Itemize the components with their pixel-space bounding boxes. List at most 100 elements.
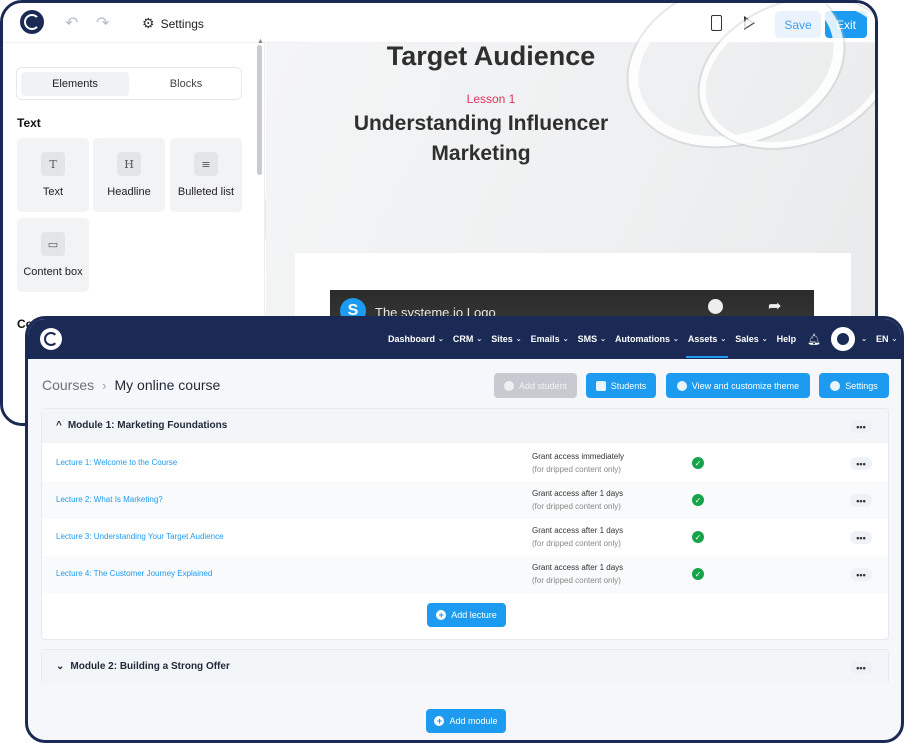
- nav-item-sales[interactable]: Sales ⌄: [735, 334, 767, 344]
- students-icon: [595, 380, 606, 391]
- element-label: Text: [42, 186, 64, 198]
- nav-item-help[interactable]: Help: [777, 334, 797, 344]
- nav-item-automations[interactable]: Automations ⌄: [615, 334, 679, 344]
- module-title-text: Module 2: Building a Strong Offer: [70, 661, 230, 672]
- chevron-down-icon: ⌄: [515, 336, 522, 343]
- course-admin-window: Dashboard ⌄ CRM ⌄ Sites ⌄ Emails ⌄ SMS ⌄ Auto…: [25, 316, 904, 743]
- share-icon[interactable]: ➦: [768, 296, 781, 316]
- add-module-button[interactable]: + Add module: [426, 709, 506, 733]
- nav-item-emails[interactable]: Emails ⌄: [531, 334, 569, 344]
- lesson-label[interactable]: Lesson 1: [366, 92, 616, 106]
- nav-item-dashboard[interactable]: Dashboard ⌄: [388, 334, 444, 344]
- module-header[interactable]: ⌄ Module 2: Building a Strong Offer •••: [42, 650, 888, 684]
- students-button[interactable]: Students: [586, 373, 656, 398]
- check-circle-icon: ✓: [692, 531, 704, 543]
- gear-icon: ⚙: [142, 15, 155, 31]
- nav-label: Emails: [530, 334, 560, 344]
- view-customize-theme-button[interactable]: View and customize theme: [666, 373, 810, 398]
- breadcrumb: Courses › My online course: [42, 377, 220, 393]
- list-icon: ≡: [194, 152, 218, 176]
- access-info: Grant access after 1 days (for dripped c…: [532, 487, 623, 513]
- text-icon: T: [41, 152, 65, 176]
- element-label: Bulleted list: [177, 186, 235, 198]
- scroll-up-arrow-icon[interactable]: ▲: [257, 38, 264, 45]
- element-label: Headline: [107, 186, 151, 198]
- nav-label: Sites: [491, 334, 513, 344]
- plus-icon: +: [436, 610, 447, 620]
- undo-icon[interactable]: ↶: [65, 13, 78, 33]
- lecture-more-options-icon[interactable]: •••: [850, 457, 872, 470]
- check-circle-icon: ✓: [692, 568, 704, 580]
- module-header[interactable]: ^ Module 1: Marketing Foundations •••: [42, 409, 888, 443]
- section-title-text: Text: [17, 116, 41, 130]
- lecture-more-options-icon[interactable]: •••: [850, 494, 872, 507]
- add-lecture-label: Add lecture: [451, 610, 497, 620]
- access-rule: Grant access immediately: [532, 452, 625, 461]
- lecture-more-options-icon[interactable]: •••: [850, 531, 872, 544]
- tab-blocks[interactable]: Blocks: [133, 72, 239, 96]
- chevron-down-icon: ⌄: [562, 336, 569, 343]
- nav-label: Assets: [687, 334, 718, 344]
- course-settings-button[interactable]: Settings: [819, 373, 889, 398]
- watch-later-icon[interactable]: [708, 299, 723, 314]
- lecture-link[interactable]: Lecture 1: Welcome to the Course: [56, 458, 177, 467]
- access-note: (for dripped content only): [532, 465, 621, 474]
- element-headline[interactable]: H Headline: [93, 138, 165, 212]
- systeme-logo-icon[interactable]: [20, 10, 44, 34]
- add-student-label: Add student: [518, 380, 568, 391]
- element-text[interactable]: T Text: [17, 138, 89, 212]
- language-selector[interactable]: EN ⌄: [876, 334, 897, 344]
- chevron-right-icon: ›: [102, 377, 107, 393]
- language-label: EN: [876, 334, 889, 344]
- table-row: Lecture 2: What Is Marketing? Grant acce…: [42, 482, 888, 519]
- chevron-down-icon[interactable]: ⌄: [56, 661, 64, 672]
- editor-settings-label: Settings: [160, 16, 204, 31]
- check-circle-icon: ✓: [692, 457, 704, 469]
- lecture-link[interactable]: Lecture 3: Understanding Your Target Aud…: [56, 532, 224, 541]
- add-student-button[interactable]: Add student: [494, 373, 577, 398]
- tab-elements[interactable]: Elements: [21, 72, 129, 96]
- systeme-logo-icon[interactable]: [40, 328, 62, 350]
- table-row: Lecture 4: The Customer Journey Explaine…: [42, 556, 888, 593]
- lecture-link[interactable]: Lecture 2: What Is Marketing?: [56, 495, 163, 504]
- plus-circle-icon: [503, 380, 514, 391]
- page-heading[interactable]: Target Audience: [366, 41, 616, 72]
- top-navigation: Dashboard ⌄ CRM ⌄ Sites ⌄ Emails ⌄ SMS ⌄ Auto…: [28, 319, 901, 359]
- bell-icon[interactable]: 🔔︎: [807, 333, 821, 346]
- element-label: Content box: [23, 266, 83, 278]
- lesson-headline[interactable]: Understanding Influencer Marketing: [321, 109, 641, 169]
- sidebar-scrollbar[interactable]: [257, 45, 262, 175]
- nav-item-sms[interactable]: SMS ⌄: [578, 334, 606, 344]
- chevron-down-icon: ⌄: [672, 336, 679, 343]
- nav-item-crm[interactable]: CRM ⌄: [453, 334, 482, 344]
- redo-icon[interactable]: ↷: [96, 13, 109, 33]
- eye-icon: [676, 380, 687, 391]
- students-label: Students: [610, 380, 647, 391]
- add-lecture-button[interactable]: + Add lecture: [427, 603, 506, 627]
- nav-item-sites[interactable]: Sites ⌄: [491, 334, 521, 344]
- breadcrumb-courses-link[interactable]: Courses: [42, 377, 94, 393]
- module-more-options-icon[interactable]: •••: [850, 661, 872, 674]
- lecture-more-options-icon[interactable]: •••: [850, 568, 872, 581]
- element-bulleted-list[interactable]: ≡ Bulleted list: [170, 138, 242, 212]
- nav-item-assets[interactable]: Assets ⌄: [685, 334, 729, 358]
- chevron-down-icon: ⌄: [761, 336, 768, 343]
- access-info: Grant access after 1 days (for dripped c…: [532, 561, 623, 587]
- module-card: ⌄ Module 2: Building a Strong Offer •••: [41, 649, 889, 684]
- element-content-box[interactable]: ▭ Content box: [17, 218, 89, 292]
- chevron-up-icon[interactable]: ^: [56, 420, 62, 431]
- nav-label: Dashboard: [388, 334, 436, 344]
- avatar[interactable]: [831, 327, 856, 351]
- module-title-text: Module 1: Marketing Foundations: [67, 420, 228, 431]
- avatar-menu-chevron-icon[interactable]: ⌄: [858, 335, 867, 343]
- editor-settings-button[interactable]: ⚙ Settings: [142, 15, 204, 32]
- access-info: Grant access after 1 days (for dripped c…: [532, 524, 623, 550]
- course-settings-label: Settings: [845, 380, 878, 391]
- module-more-options-icon[interactable]: •••: [850, 420, 872, 433]
- access-info: Grant access immediately (for dripped co…: [532, 450, 624, 476]
- lecture-link[interactable]: Lecture 4: The Customer Journey Explaine…: [56, 569, 212, 578]
- chevron-down-icon: ⌄: [891, 336, 898, 343]
- nav-label: Automations: [614, 334, 670, 344]
- check-circle-icon: ✓: [692, 494, 704, 506]
- chevron-down-icon: ⌄: [600, 336, 606, 343]
